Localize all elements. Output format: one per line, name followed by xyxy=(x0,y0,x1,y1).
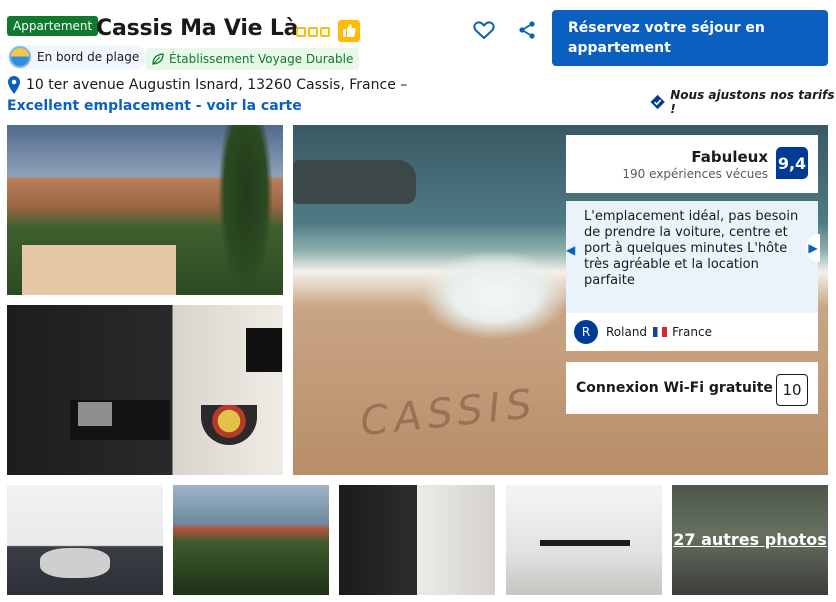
star-icon xyxy=(296,27,306,37)
reviewer-row: R Roland France xyxy=(566,313,818,351)
france-flag-icon xyxy=(653,327,668,337)
star-icon xyxy=(308,27,318,37)
beach-icon xyxy=(9,46,31,68)
star-rating xyxy=(296,27,330,37)
wifi-label: Connexion Wi-Fi gratuite xyxy=(576,380,773,396)
gallery-thumb-view[interactable] xyxy=(173,485,329,595)
score-word: Fabuleux xyxy=(691,148,768,166)
chevron-left-icon[interactable]: ◀ xyxy=(566,240,576,260)
beach-badge-label: En bord de plage xyxy=(37,50,140,64)
location-pin-icon xyxy=(8,76,20,94)
photo-detail-rock xyxy=(293,160,416,204)
beach-badge: En bord de plage xyxy=(7,45,148,69)
leaf-icon xyxy=(152,53,164,65)
share-icon[interactable] xyxy=(517,20,537,40)
more-photos-link[interactable]: 27 autres photos xyxy=(672,485,828,595)
property-title: Cassis Ma Vie Là xyxy=(96,16,299,41)
reviewer-name: Roland xyxy=(606,325,648,339)
property-address: 10 ter avenue Augustin Isnard, 13260 Cas… xyxy=(26,77,408,93)
review-score-text: Fabuleux 190 expériences vécues xyxy=(566,148,768,182)
photo-detail-dining-table xyxy=(540,540,630,546)
review-count: 190 expériences vécues xyxy=(622,167,768,181)
reserve-button[interactable]: Réservez votre séjour en appartement xyxy=(552,10,828,66)
price-match-notice[interactable]: Nous ajustons nos tarifs ! xyxy=(650,88,836,116)
star-icon xyxy=(320,27,330,37)
avatar: R xyxy=(574,320,598,344)
gallery-thumb-living-room[interactable] xyxy=(7,485,163,595)
review-score-badge: 9,4 xyxy=(776,147,808,179)
photo-detail-table xyxy=(40,548,110,578)
photo-detail-wall xyxy=(22,245,176,295)
gallery-photo-kitchen[interactable] xyxy=(7,305,283,475)
reviewer-country: France xyxy=(672,325,712,339)
price-match-check-icon xyxy=(650,94,665,110)
review-quote: L'emplacement idéal, pas besoin de prend… xyxy=(584,209,799,288)
photo-detail-cypress xyxy=(218,125,273,295)
gallery-thumb-kitchen-stairs[interactable] xyxy=(339,485,495,595)
wifi-score-badge: 10 xyxy=(776,374,808,406)
property-type-badge: Appartement xyxy=(7,16,99,36)
heart-icon[interactable] xyxy=(472,18,496,42)
sustainability-badge[interactable]: Établissement Voyage Durable xyxy=(146,48,360,70)
photo-detail-tv xyxy=(246,328,282,372)
sustainability-label: Établissement Voyage Durable xyxy=(169,52,354,66)
price-match-label: Nous ajustons nos tarifs ! xyxy=(670,88,835,116)
show-map-link[interactable]: Excellent emplacement - voir la carte xyxy=(7,98,302,114)
photo-detail-oven xyxy=(78,402,112,426)
thumbs-up-icon xyxy=(338,20,360,42)
photo-detail-wave-foam xyxy=(420,250,570,340)
